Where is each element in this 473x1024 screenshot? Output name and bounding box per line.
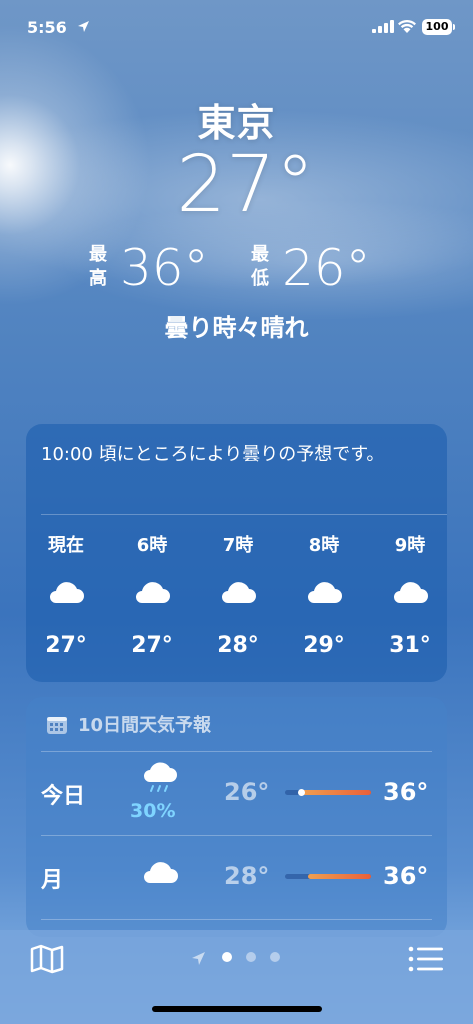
precipitation-chance: 30% xyxy=(130,800,176,822)
weather-header: 東京 27° xyxy=(0,92,473,230)
low-temp: 28° xyxy=(224,862,270,890)
hour-label: 9時 xyxy=(394,535,426,556)
list-icon[interactable] xyxy=(408,945,444,973)
low-label-bottom: 低 xyxy=(251,268,269,289)
high-temp: 36° xyxy=(383,778,429,806)
hourly-item: 6時 27° xyxy=(122,531,182,658)
map-icon[interactable] xyxy=(30,944,64,974)
status-time: 5:56 xyxy=(27,18,67,37)
hour-temp: 27° xyxy=(45,633,87,658)
high-temp: 36° xyxy=(383,862,429,890)
page-dot[interactable] xyxy=(270,952,280,962)
cloud-icon xyxy=(222,582,256,603)
hourly-divider xyxy=(41,514,447,515)
hourly-forecast-card[interactable]: 10:00 頃にところにより曇りの予想です。 現在 27° 6時 27° 7時 … xyxy=(26,424,447,682)
daily-row[interactable]: 月 28° 36° xyxy=(26,837,447,917)
cloud-rain-icon xyxy=(144,762,177,792)
home-indicator[interactable] xyxy=(152,1006,322,1012)
low-temperature: 26° xyxy=(282,239,371,297)
low-label-top: 最 xyxy=(251,244,269,265)
hourly-item: 8時 29° xyxy=(294,531,354,658)
daily-divider xyxy=(41,919,432,920)
current-temperature: 27° xyxy=(176,140,315,230)
high-temperature: 36° xyxy=(120,239,209,297)
hourly-item: 7時 28° xyxy=(208,531,268,658)
cloud-icon xyxy=(144,862,178,883)
page-dot[interactable] xyxy=(246,952,256,962)
high-label-bottom: 高 xyxy=(89,268,107,289)
cloud-icon xyxy=(394,582,428,603)
daily-divider xyxy=(41,835,432,836)
hour-temp: 31° xyxy=(389,633,431,658)
ten-day-title: 10日間天気予報 xyxy=(78,715,212,736)
day-label: 今日 xyxy=(41,784,86,809)
high-low-temperatures: 最 高 36° 最 低 26° xyxy=(0,238,473,298)
cloud-icon xyxy=(308,582,342,603)
temperature-range-bar xyxy=(285,789,371,796)
hour-temp: 29° xyxy=(303,633,345,658)
temperature-range-bar xyxy=(285,874,371,879)
daily-row[interactable]: 今日 30% 26° 36° xyxy=(26,753,447,833)
city-name: 東京 xyxy=(197,101,276,145)
hour-label: 現在 xyxy=(48,535,84,556)
calendar-icon xyxy=(47,717,67,734)
battery-cap xyxy=(453,24,455,30)
current-temp-dot xyxy=(297,789,305,796)
hour-label: 7時 xyxy=(222,535,254,556)
weather-condition: 曇り時々晴れ xyxy=(164,314,309,342)
daily-divider xyxy=(41,751,432,752)
low-temp: 26° xyxy=(224,778,270,806)
location-arrow-icon xyxy=(78,21,89,32)
hour-temp: 28° xyxy=(217,633,259,658)
high-label-top: 最 xyxy=(89,244,107,265)
bottom-toolbar xyxy=(0,930,473,1024)
wifi-icon xyxy=(398,19,416,33)
hour-temp: 27° xyxy=(131,633,173,658)
hour-label: 6時 xyxy=(136,535,168,556)
page-dot-active[interactable] xyxy=(222,952,232,962)
hour-label: 8時 xyxy=(308,535,340,556)
location-arrow-icon[interactable] xyxy=(191,951,206,966)
day-label: 月 xyxy=(41,868,64,893)
cloud-icon xyxy=(136,582,170,603)
temperature-range-fill xyxy=(300,790,371,795)
ten-day-forecast-card[interactable]: 10日間天気予報 今日 30% 26° 36° 月 28° 36° xyxy=(26,697,447,937)
cellular-signal-icon xyxy=(372,20,394,33)
status-bar: 5:56 100 xyxy=(0,0,473,56)
temperature-range-fill xyxy=(308,874,371,879)
battery-indicator: 100 xyxy=(422,19,452,35)
hourly-item: 現在 27° xyxy=(36,531,96,658)
cloud-icon xyxy=(50,582,84,603)
hourly-item: 9時 31° xyxy=(380,531,440,658)
forecast-summary: 10:00 頃にところにより曇りの予想です。 xyxy=(41,444,385,465)
